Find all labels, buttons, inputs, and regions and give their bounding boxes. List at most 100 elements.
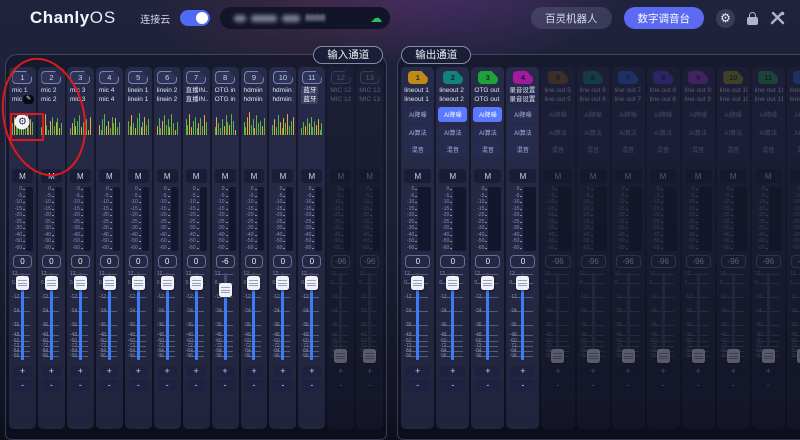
mute-button[interactable]: M [720,169,747,183]
gain-decrease-button[interactable]: - [71,380,90,391]
fader-handle[interactable] [657,349,670,363]
channel-number-tab[interactable]: 11 [758,71,778,84]
gain-decrease-button[interactable]: - [686,380,711,391]
volume-fader[interactable]: 120-12-24-36-48-60-72-84-96 [403,271,432,363]
gain-increase-button[interactable]: + [42,366,61,377]
fader-track[interactable] [627,273,630,360]
gain-increase-button[interactable]: + [360,366,379,377]
mix-button[interactable]: 混音 [684,143,713,156]
gain-increase-button[interactable]: + [71,366,90,377]
volume-fader[interactable]: 120-12-24-36-48-60-72-84-96 [438,271,467,363]
volume-fader[interactable]: 120-12-24-36-48-60-72-84-96 [214,271,237,363]
gain-increase-button[interactable]: + [245,366,264,377]
ai-algo-button[interactable]: AI算法 [754,125,783,140]
ai-algo-button[interactable]: AI算法 [649,125,678,140]
mute-button[interactable]: M [544,169,571,183]
volume-fader[interactable]: 120-12-24-36-48-60-72-84-96 [754,271,783,363]
ai-noise-button[interactable]: AI降噪 [754,107,783,122]
volume-fader[interactable]: 120-12-24-36-48-60-72-84-96 [40,271,63,363]
volume-fader[interactable]: 120-12-24-36-48-60-72-84-96 [649,271,678,363]
gain-value[interactable]: -96 [360,255,379,268]
ai-algo-button[interactable]: AI算法 [473,125,502,140]
gain-increase-button[interactable]: + [686,366,711,377]
fader-handle[interactable] [692,349,705,363]
gain-increase-button[interactable]: + [302,366,321,377]
gain-value[interactable]: 0 [510,255,535,268]
channel-number-tab[interactable]: 7 [186,71,206,84]
channel-number-tab[interactable]: 3 [478,71,498,84]
gain-value[interactable]: -96 [651,255,676,268]
ai-noise-button[interactable]: AI降噪 [719,107,748,122]
channel-number-tab[interactable]: 12 [331,71,351,84]
fader-handle[interactable] [481,276,494,290]
mute-button[interactable]: M [615,169,642,183]
gain-value[interactable]: 0 [13,255,32,268]
edit-icon[interactable]: ✎ [23,95,34,104]
gain-decrease-button[interactable]: - [791,380,800,391]
gain-decrease-button[interactable]: - [581,380,606,391]
ai-noise-button[interactable]: AI降噪 [649,107,678,122]
ai-noise-button[interactable]: AI降噪 [438,107,467,122]
cloud-connect-toggle[interactable] [180,10,210,26]
mute-button[interactable]: M [509,169,536,183]
gain-increase-button[interactable]: + [651,366,676,377]
mix-button[interactable]: 混音 [754,143,783,156]
channel-number-tab[interactable]: 12 [793,71,800,84]
volume-fader[interactable]: 120-12-24-36-48-60-72-84-96 [69,271,92,363]
gain-increase-button[interactable]: + [331,366,350,377]
gain-value[interactable]: -96 [616,255,641,268]
volume-fader[interactable]: 120-12-24-36-48-60-72-84-96 [127,271,150,363]
tools-icon[interactable] [770,11,786,25]
fader-handle[interactable] [219,283,232,297]
gain-decrease-button[interactable]: - [440,380,465,391]
volume-fader[interactable]: 120-12-24-36-48-60-72-84-96 [243,271,266,363]
mix-button[interactable]: 混音 [579,143,608,156]
fader-handle[interactable] [762,349,775,363]
gain-value[interactable]: 0 [273,255,292,268]
channel-number-tab[interactable]: 1 [408,71,428,84]
gain-decrease-button[interactable]: - [360,380,379,391]
gain-value[interactable]: 0 [302,255,321,268]
ai-algo-button[interactable]: AI算法 [789,125,800,140]
mute-button[interactable]: M [272,169,293,183]
mute-button[interactable]: M [128,169,149,183]
mute-button[interactable]: M [301,169,322,183]
channel-number-tab[interactable]: 6 [583,71,603,84]
volume-fader[interactable]: 120-12-24-36-48-60-72-84-96 [789,271,800,363]
gain-increase-button[interactable]: + [216,366,235,377]
fader-handle[interactable] [727,349,740,363]
channel-number-tab[interactable]: 2 [443,71,463,84]
gain-increase-button[interactable]: + [616,366,641,377]
gain-decrease-button[interactable]: - [302,380,321,391]
gain-increase-button[interactable]: + [721,366,746,377]
fader-track[interactable] [697,273,700,360]
volume-fader[interactable]: 120-12-24-36-48-60-72-84-96 [543,271,572,363]
ai-noise-button[interactable]: AI降噪 [789,107,800,122]
mix-button[interactable]: 混音 [789,143,800,156]
channel-number-tab[interactable]: 3 [70,71,90,84]
gain-decrease-button[interactable]: - [13,380,32,391]
gain-increase-button[interactable]: + [510,366,535,377]
fader-handle[interactable] [622,349,635,363]
ai-noise-button[interactable]: AI降噪 [579,107,608,122]
gain-decrease-button[interactable]: - [616,380,641,391]
mute-button[interactable]: M [474,169,501,183]
mute-button[interactable]: M [70,169,91,183]
ai-algo-button[interactable]: AI算法 [614,125,643,140]
channel-number-tab[interactable]: 10 [723,71,743,84]
gain-decrease-button[interactable]: - [651,380,676,391]
gain-increase-button[interactable]: + [475,366,500,377]
fader-handle[interactable] [305,276,318,290]
volume-fader[interactable]: 120-12-24-36-48-60-72-84-96 [329,271,352,363]
gain-value[interactable]: 0 [475,255,500,268]
gain-decrease-button[interactable]: - [216,380,235,391]
mute-button[interactable]: M [99,169,120,183]
ai-algo-button[interactable]: AI算法 [543,125,572,140]
mute-button[interactable]: M [580,169,607,183]
volume-fader[interactable]: 120-12-24-36-48-60-72-84-96 [11,271,34,363]
gain-value[interactable]: -96 [581,255,606,268]
gain-decrease-button[interactable]: - [475,380,500,391]
volume-fader[interactable]: 120-12-24-36-48-60-72-84-96 [579,271,608,363]
fader-handle[interactable] [587,349,600,363]
channel-number-tab[interactable]: 11 [302,71,322,84]
